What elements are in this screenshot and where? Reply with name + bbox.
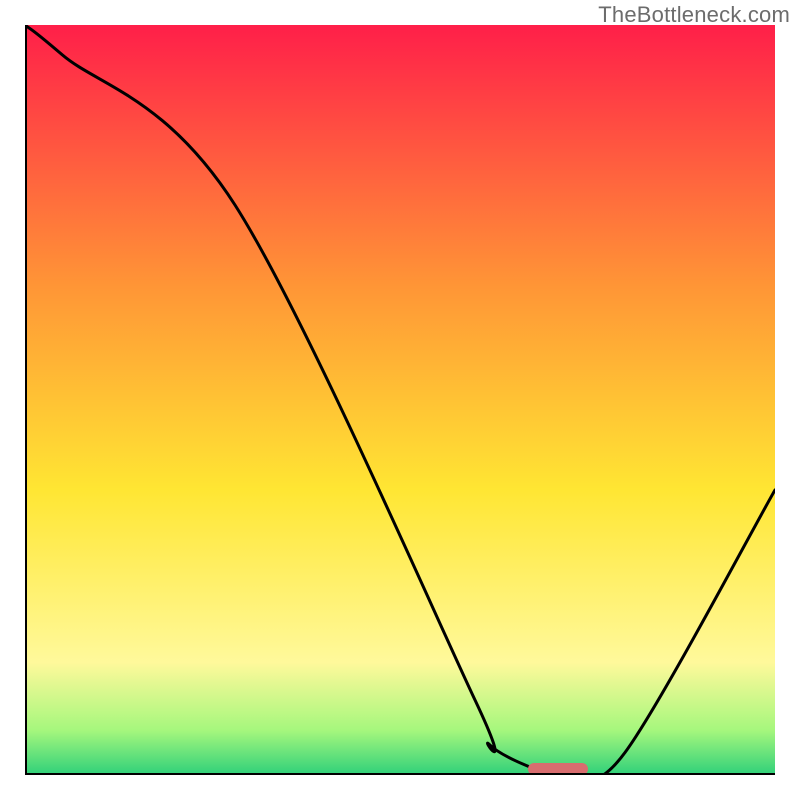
bottleneck-marker (528, 763, 588, 775)
chart-stage: TheBottleneck.com (0, 0, 800, 800)
plot-area (25, 25, 775, 775)
gradient-background (25, 25, 775, 775)
chart-svg (25, 25, 775, 775)
